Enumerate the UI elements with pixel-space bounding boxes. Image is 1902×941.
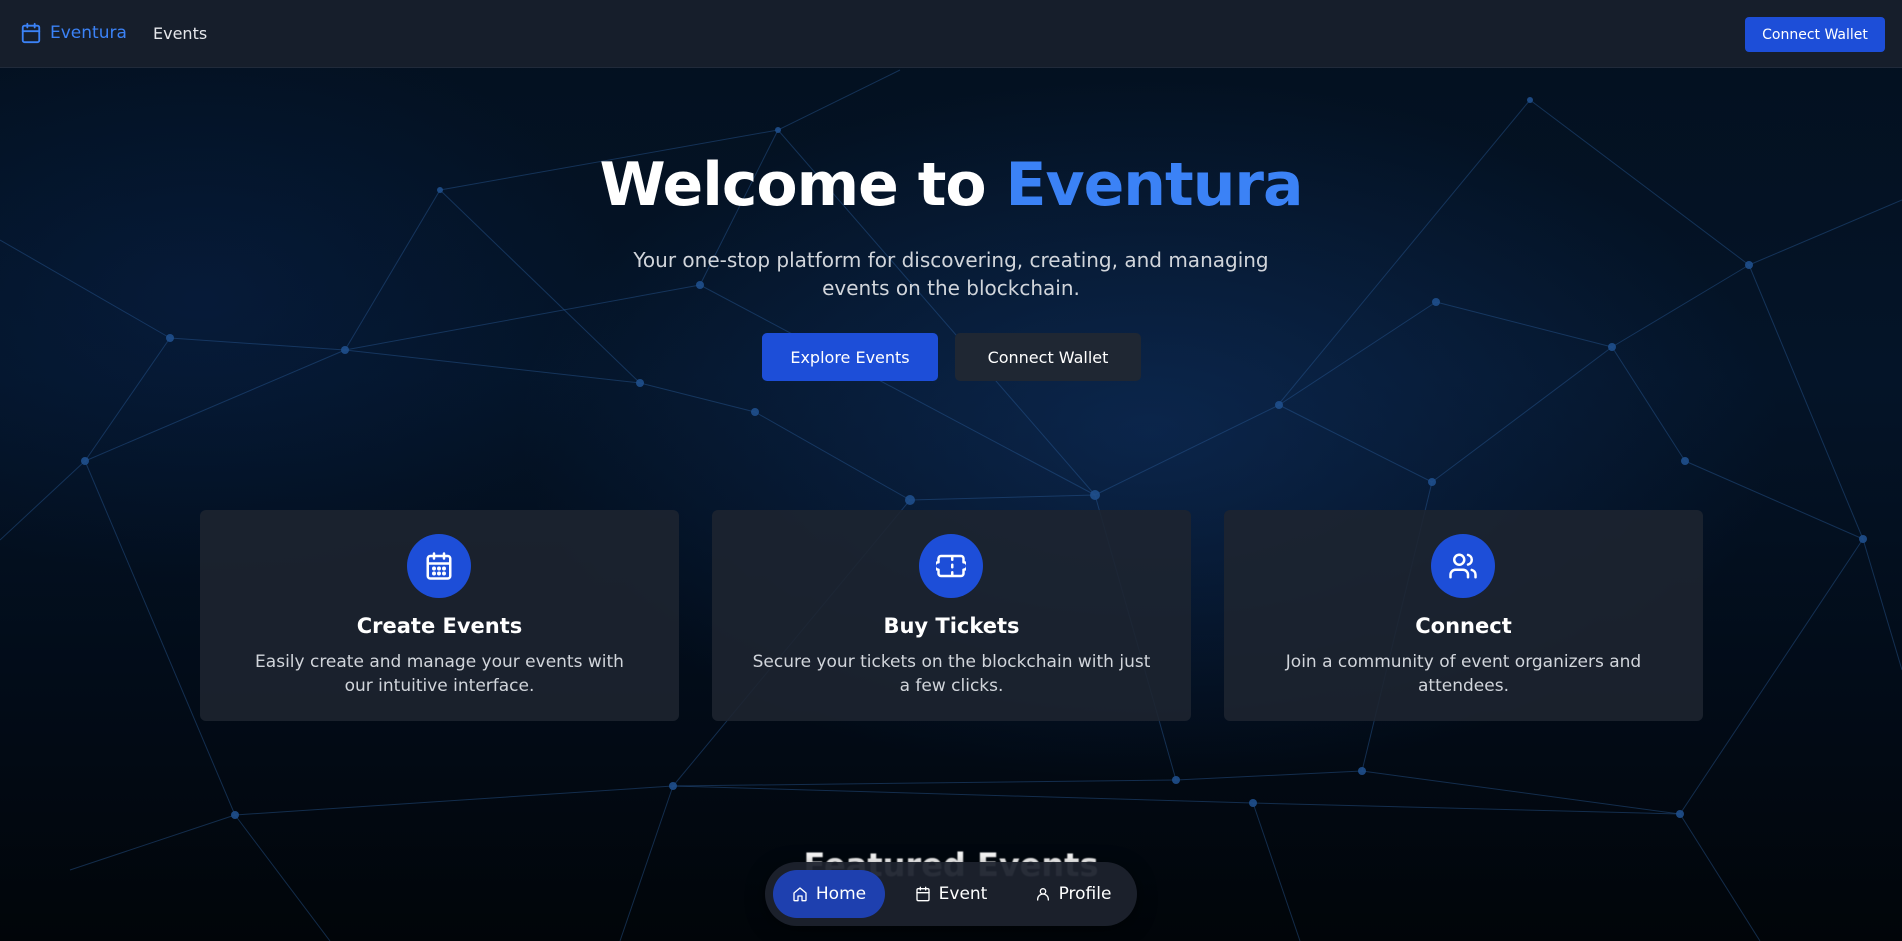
feature-icon-circle <box>919 534 983 598</box>
hero-title-prefix: Welcome to <box>599 150 987 220</box>
feature-description: Join a community of event organizers and… <box>1285 652 1642 696</box>
users-icon <box>1449 553 1477 579</box>
connect-wallet-button[interactable]: Connect Wallet <box>1745 17 1885 52</box>
brand-name: Eventura <box>50 23 127 43</box>
bottom-nav-profile[interactable]: Profile <box>1023 870 1123 918</box>
bottom-nav-event[interactable]: Event <box>903 870 999 918</box>
feature-title: Create Events <box>356 614 523 638</box>
hero-title-accent: Eventura <box>1005 150 1304 220</box>
nav-link-events[interactable]: Events <box>153 24 207 43</box>
hero-subtitle: Your one-stop platform for discovering, … <box>633 248 1269 300</box>
feature-card-connect: Connect Join a community of event organi… <box>1224 510 1703 721</box>
feature-description: Secure your tickets on the blockchain wi… <box>752 652 1151 696</box>
feature-card-create-events: Create Events Easily create and manage y… <box>200 510 679 721</box>
home-icon <box>793 887 807 902</box>
bottom-nav-label: Home <box>815 884 867 904</box>
ticket-icon <box>936 554 966 578</box>
bottom-nav-label: Profile <box>1058 884 1112 904</box>
bottom-nav-home[interactable]: Home <box>773 870 885 918</box>
calendar-icon <box>426 552 452 580</box>
feature-icon-circle <box>407 534 471 598</box>
top-navbar: Eventura Events Connect Wallet <box>0 0 1902 68</box>
bottom-nav-label: Event <box>938 884 988 904</box>
hero-connect-wallet-button[interactable]: Connect Wallet <box>955 333 1141 381</box>
calendar-icon <box>915 886 930 902</box>
page: Eventura Events Connect Wallet Welcome t… <box>0 0 1902 941</box>
brand-link[interactable]: Eventura <box>20 22 127 44</box>
feature-title: Connect <box>1415 614 1512 638</box>
feature-card-buy-tickets: Buy Tickets Secure your tickets on the b… <box>712 510 1191 721</box>
explore-events-button[interactable]: Explore Events <box>762 333 938 381</box>
network-background <box>0 69 1902 941</box>
feature-title: Buy Tickets <box>883 614 1020 638</box>
feature-description: Easily create and manage your events wit… <box>255 652 624 696</box>
hero-title: Welcome to Eventura <box>0 150 1902 220</box>
bottom-nav: Home Event Profile <box>765 862 1137 926</box>
calendar-icon <box>21 22 41 44</box>
feature-icon-circle <box>1431 534 1495 598</box>
user-icon <box>1036 888 1049 901</box>
